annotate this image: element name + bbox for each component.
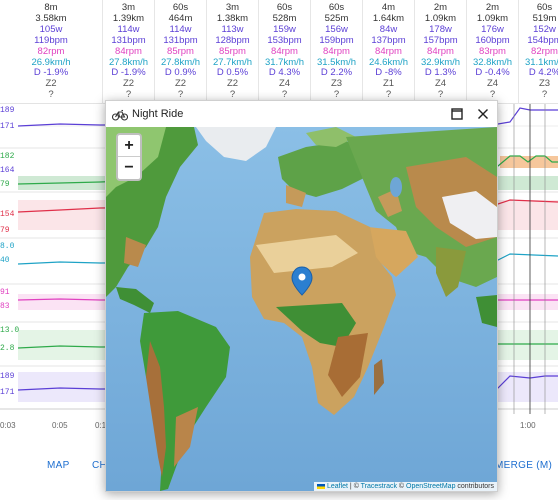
- lap-cad: 82rpm: [531, 45, 558, 57]
- merge-button[interactable]: MERGE (M): [495, 460, 552, 471]
- lap-hr: 160bpm: [475, 34, 510, 46]
- map-tiles: [106, 127, 497, 491]
- world-map[interactable]: + − Leaflet | © Tracestrack © OpenStreet…: [106, 127, 497, 491]
- hr2-axis-low: 79: [0, 226, 10, 235]
- popup-titlebar[interactable]: Night Ride: [106, 101, 497, 127]
- lap-hr: 157bpm: [423, 34, 458, 46]
- speed-axis-max: 8.0: [0, 242, 15, 251]
- close-button[interactable]: [474, 105, 492, 123]
- lap-column[interactable]: 2m 1.09km 176w 160bpm 83rpm 32.8km/h D -0.4% Z4…: [467, 0, 519, 104]
- power2-axis-mid: 171: [0, 388, 15, 397]
- lap-column[interactable]: 8m 3.58km 105w 119bpm 82rpm 26.9km/h D -1.9% Z2…: [0, 0, 103, 104]
- lap-cad: 84rpm: [323, 45, 350, 57]
- ukraine-flag-icon: [317, 483, 325, 489]
- lap-column[interactable]: 60s519m152w154bpm82rpm31.1km/hD 4.2%Z3?: [519, 0, 558, 104]
- lap-column[interactable]: 60s 528m 159w 153bpm 84rpm 31.7km/h D 4.3% Z4?: [259, 0, 311, 104]
- openstreetmap-link[interactable]: OpenStreetMap: [406, 483, 455, 490]
- lap-hr: 153bpm: [267, 34, 302, 46]
- time-tick: 0:03: [0, 421, 16, 430]
- lap-cad: 85rpm: [219, 45, 246, 57]
- lap-hr: 137bpm: [371, 34, 406, 46]
- lap-hr: 119bpm: [34, 34, 68, 46]
- lap-hr: 131bpm: [163, 34, 198, 46]
- hr-axis-max: 182: [0, 152, 15, 161]
- lap-cad: 83rpm: [479, 45, 506, 57]
- lap-hr: 128bpm: [215, 34, 250, 46]
- zoom-out-button[interactable]: −: [118, 157, 140, 179]
- lap-column[interactable]: 3m 1.39km 114w 131bpm 84rpm 27.8km/h D -1.9% Z2…: [103, 0, 155, 104]
- cad-axis-max: 91: [0, 288, 10, 297]
- power-axis-max: 189: [0, 106, 15, 115]
- lap-cad: 84rpm: [427, 45, 454, 57]
- close-icon: [478, 109, 488, 119]
- power2-axis-max: 189: [0, 372, 15, 381]
- speed-axis-mid: 40: [0, 256, 10, 265]
- lap-hr: 131bpm: [111, 34, 146, 46]
- maximize-icon: [451, 108, 463, 120]
- lap-cad: 84rpm: [115, 45, 142, 57]
- lap-column[interactable]: 2m 1.09km 178w 157bpm 84rpm 32.9km/h D 1.3% Z4?: [415, 0, 467, 104]
- lap-column[interactable]: 4m 1.64km 84w 137bpm 84rpm 24.6km/h D -8% Z1?: [363, 0, 415, 104]
- map-attribution: Leaflet | © Tracestrack © OpenStreetMap …: [314, 482, 497, 491]
- lap-column[interactable]: 3m 1.38km 113w 128bpm 85rpm 27.7km/h D 0.5% Z2?: [207, 0, 259, 104]
- lap-cad: 82rpm: [37, 45, 65, 57]
- lap-extra: ?: [48, 89, 54, 101]
- grade-axis-max: 13.0: [0, 326, 20, 335]
- lap-stats-strip: 8m 3.58km 105w 119bpm 82rpm 26.9km/h D -1.9% Z2…: [0, 0, 558, 104]
- lap-column[interactable]: 60s 464m 114w 131bpm 85rpm 27.8km/h D 0.9% Z2?: [155, 0, 207, 104]
- zoom-in-button[interactable]: +: [118, 135, 140, 157]
- bicycle-icon: [111, 108, 129, 126]
- map-button[interactable]: MAP: [47, 460, 70, 471]
- zoom-control: + −: [116, 133, 142, 181]
- leaflet-link[interactable]: Leaflet: [327, 483, 348, 490]
- grade-axis-mid: 2.8: [0, 344, 15, 353]
- app-root: 8m 3.58km 105w 119bpm 82rpm 26.9km/h D -1.9% Z2…: [0, 0, 558, 500]
- lap-hr: 159bpm: [319, 34, 354, 46]
- lap-extra: ?: [541, 89, 548, 101]
- hr-axis-low: 79: [0, 180, 10, 189]
- time-tick: 1:00: [520, 421, 536, 430]
- maximize-button[interactable]: [448, 105, 466, 123]
- power-axis-mid: 171: [0, 122, 15, 131]
- lap-column[interactable]: 60s 525m 156w 159bpm 84rpm 31.5km/h D 2.2% Z3?: [311, 0, 363, 104]
- lap-cad: 84rpm: [271, 45, 298, 57]
- hr-axis-mid: 164: [0, 166, 15, 175]
- lap-cad: 84rpm: [375, 45, 402, 57]
- hr2-axis-max: 154: [0, 210, 15, 219]
- lap-cad: 85rpm: [167, 45, 194, 57]
- tracestrack-link[interactable]: Tracestrack: [361, 483, 397, 490]
- map-popup-window: Night Ride + − Leaflet | © Tracestrack ©…: [105, 100, 498, 492]
- time-tick: 0:05: [52, 421, 68, 430]
- popup-title: Night Ride: [132, 108, 184, 120]
- cad-axis-mid: 83: [0, 302, 10, 311]
- lap-hr: 154bpm: [527, 34, 558, 46]
